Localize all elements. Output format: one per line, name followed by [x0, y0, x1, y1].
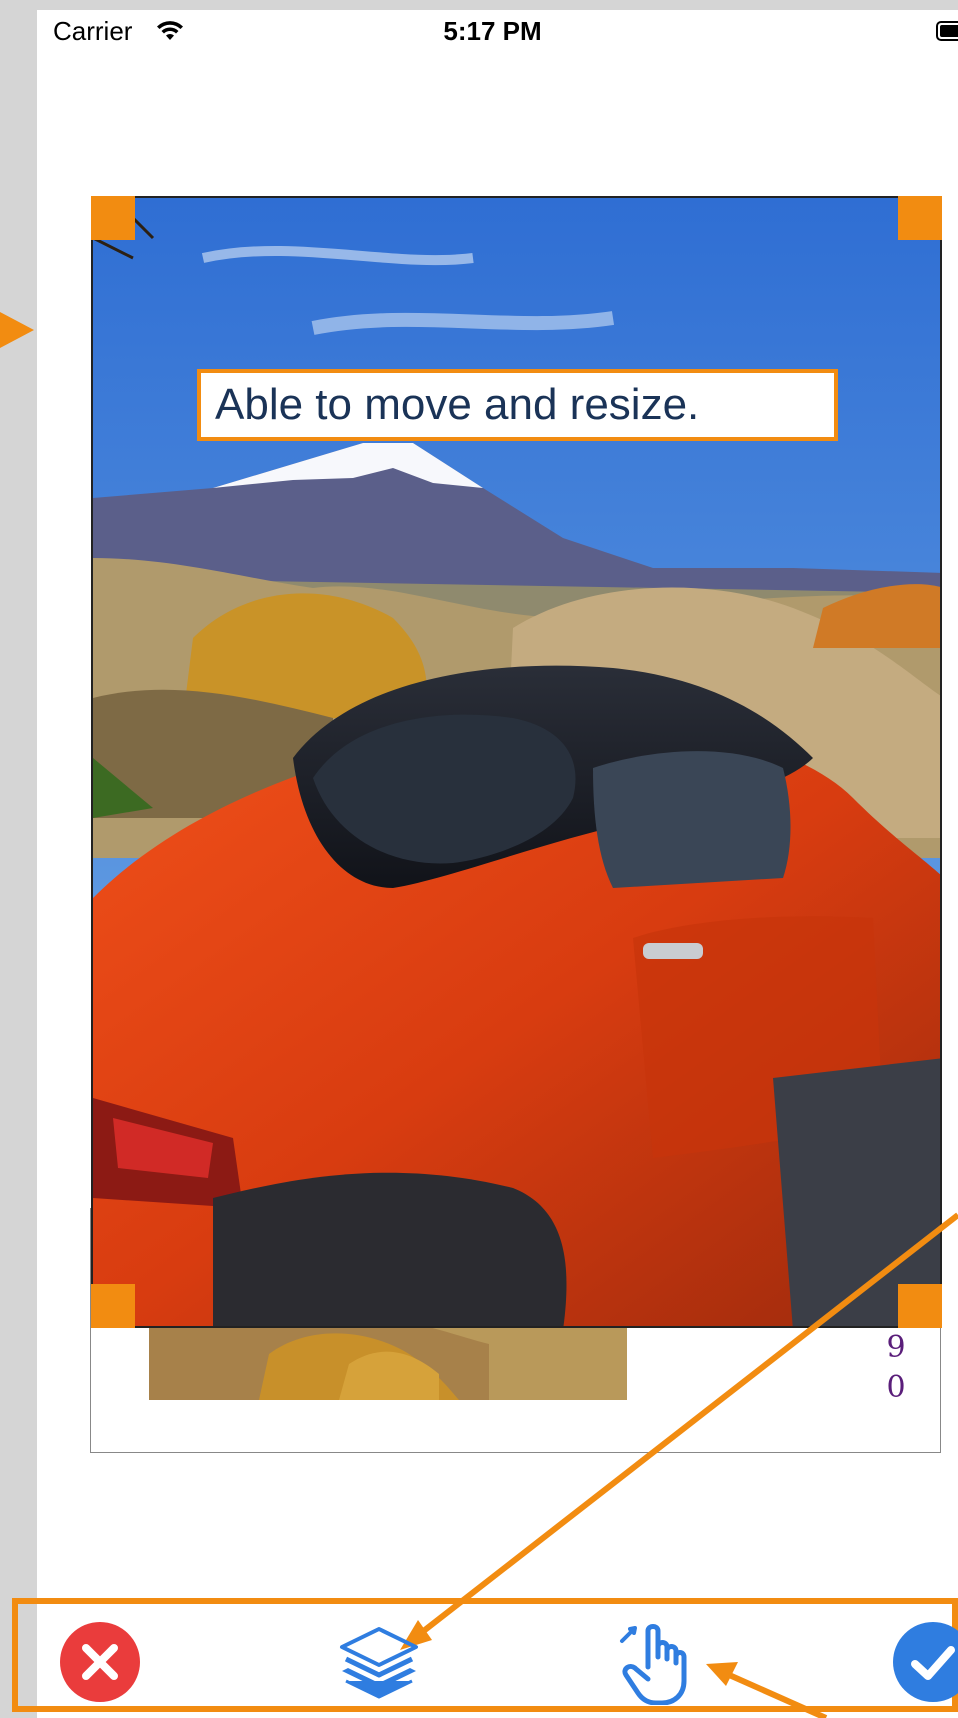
status-time: 5:17 PM: [443, 16, 542, 46]
status-bar: Carrier 5:17 PM: [37, 10, 958, 54]
layers-icon: [340, 1627, 418, 1699]
movable-text-box[interactable]: Able to move and resize.: [197, 369, 838, 441]
resize-handle-top-right[interactable]: [898, 196, 942, 240]
touch-hand-icon: [620, 1624, 687, 1706]
resize-handle-bottom-right[interactable]: [898, 1284, 942, 1328]
close-icon: [82, 1644, 118, 1680]
number-digit: 0: [886, 1370, 906, 1405]
number-digit: 9: [886, 1330, 906, 1365]
battery-icon: [936, 21, 958, 41]
checkmark-icon: [911, 1646, 955, 1680]
resize-handle-bottom-left[interactable]: [91, 1284, 135, 1328]
touch-gesture-button[interactable]: [612, 1617, 702, 1706]
pointer-arrow: [0, 312, 34, 348]
confirm-button[interactable]: [893, 1622, 958, 1702]
editable-photo[interactable]: [91, 196, 942, 1328]
layers-button[interactable]: [336, 1625, 422, 1701]
cancel-button[interactable]: [60, 1622, 140, 1702]
resize-handle-top-left[interactable]: [91, 196, 135, 240]
bottom-toolbar: [12, 1598, 958, 1712]
